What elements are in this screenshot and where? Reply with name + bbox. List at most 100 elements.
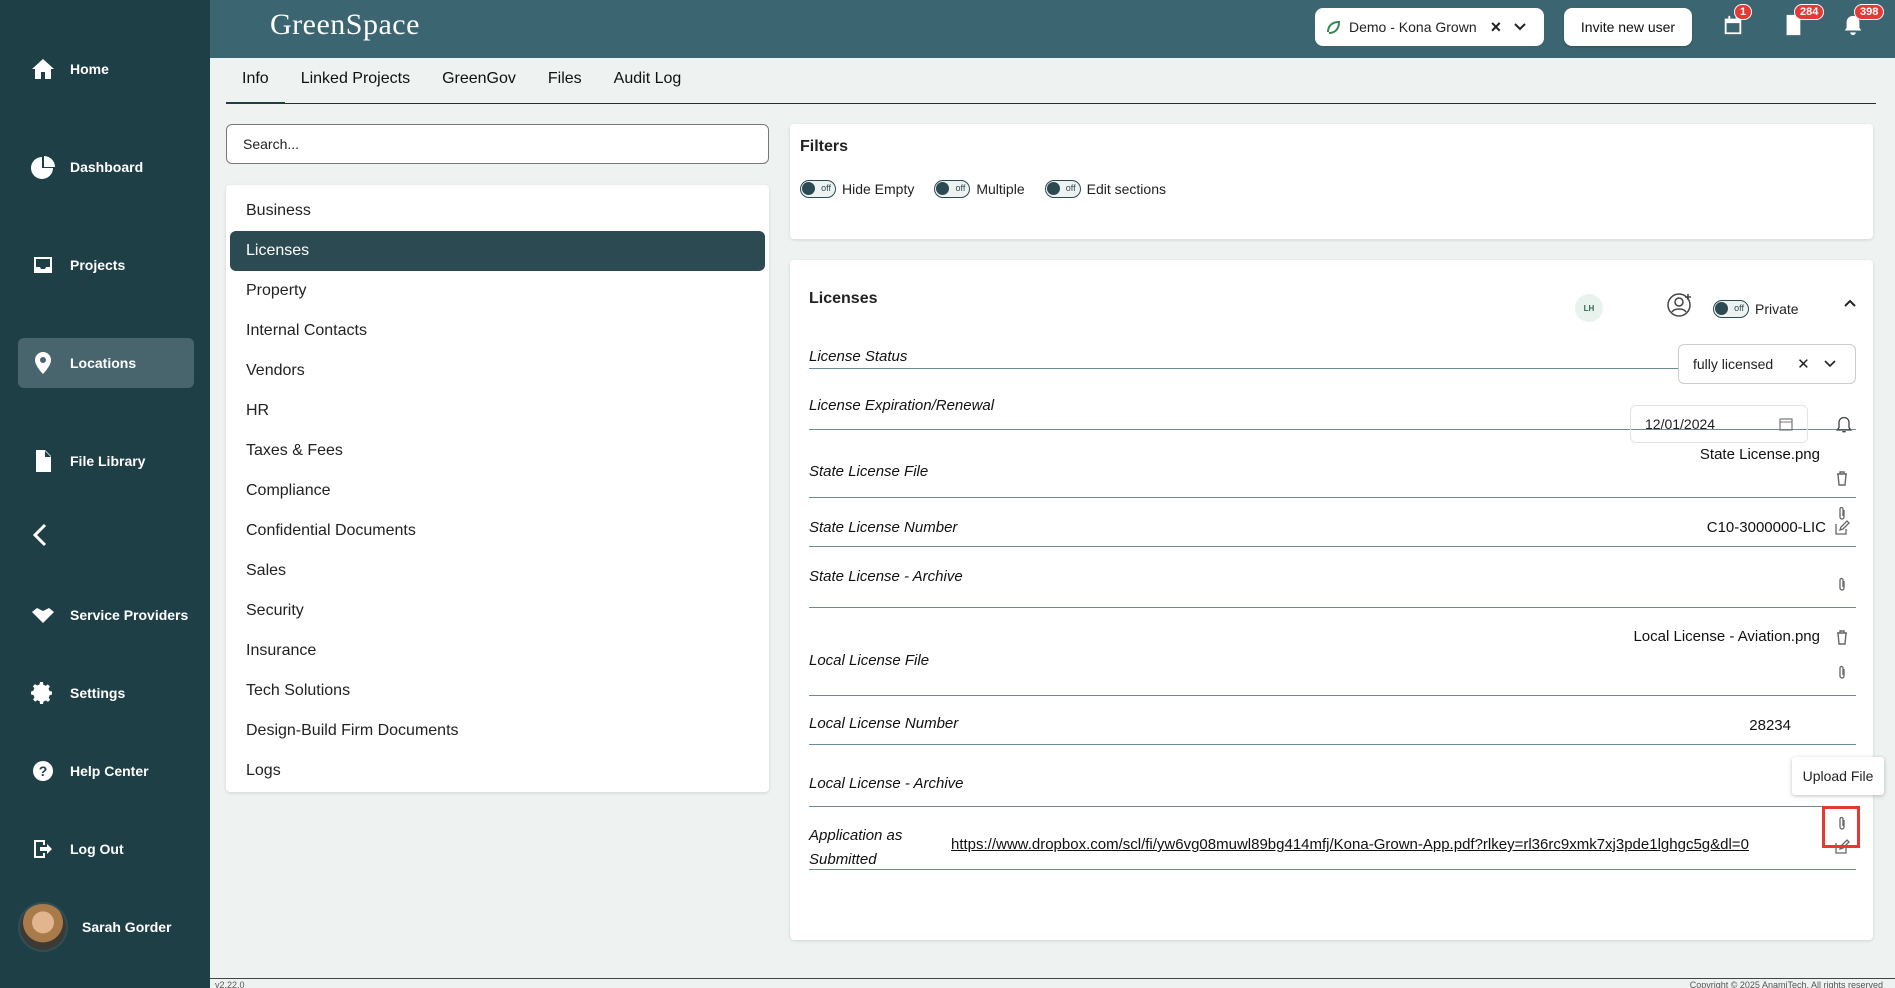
- sidebar-item-service-providers[interactable]: Service Providers: [18, 590, 194, 640]
- invite-user-button[interactable]: Invite new user: [1564, 8, 1692, 46]
- toggle-label: Multiple: [976, 181, 1025, 197]
- category-item-logs[interactable]: Logs: [230, 751, 765, 791]
- home-icon: [30, 56, 56, 82]
- tab-linked-projects[interactable]: Linked Projects: [285, 62, 426, 104]
- add-person-icon[interactable]: [1667, 292, 1693, 318]
- category-item-confidential-documents[interactable]: Confidential Documents: [230, 511, 765, 551]
- upload-file-tooltip: Upload File: [1792, 757, 1884, 795]
- trash-icon[interactable]: [1834, 629, 1850, 645]
- category-item-insurance[interactable]: Insurance: [230, 631, 765, 671]
- tenant-name: Demo - Kona Grown: [1349, 19, 1477, 35]
- private-label: Private: [1755, 301, 1799, 317]
- calendar-button[interactable]: 1: [1722, 4, 1753, 38]
- local-license-number-row: Local License Number 28234: [809, 697, 1856, 745]
- tab-greengov[interactable]: GreenGov: [426, 62, 532, 104]
- field-label: State License - Archive: [809, 568, 963, 585]
- field-label: Local License File: [809, 652, 930, 669]
- local-license-file-link[interactable]: Local License - Aviation.png: [1633, 628, 1820, 645]
- category-list: Business Licenses Property Internal Cont…: [226, 185, 769, 792]
- licenses-panel: Licenses LH off Private License Status f…: [790, 260, 1873, 940]
- calendar-icon[interactable]: [1779, 417, 1793, 431]
- gear-icon: [30, 680, 56, 706]
- copyright: Copyright © 2025 AnamiTech. All rights r…: [1689, 980, 1883, 988]
- sidebar-item-projects[interactable]: Projects: [18, 240, 194, 290]
- clear-tenant-icon[interactable]: ×: [1491, 17, 1502, 38]
- category-item-property[interactable]: Property: [230, 271, 765, 311]
- sidebar-item-settings[interactable]: Settings: [18, 668, 194, 718]
- multiple-toggle[interactable]: off Multiple: [934, 180, 1025, 198]
- category-item-licenses[interactable]: Licenses: [230, 231, 765, 271]
- toggle-switch[interactable]: off: [800, 180, 836, 198]
- sidebar-item-file-library[interactable]: File Library: [18, 436, 194, 486]
- sidebar-item-label: File Library: [70, 453, 146, 469]
- paperclip-icon[interactable]: [1834, 665, 1850, 681]
- upload-file-highlight: [1822, 806, 1860, 848]
- sidebar-item-label: Log Out: [70, 841, 124, 857]
- toggle-label: Hide Empty: [842, 181, 915, 197]
- field-label-line: Application as: [809, 827, 903, 844]
- application-link[interactable]: https://www.dropbox.com/scl/fi/yw6vg08mu…: [951, 836, 1749, 853]
- chevron-down-icon[interactable]: [1513, 20, 1527, 34]
- category-item-taxes-fees[interactable]: Taxes & Fees: [230, 431, 765, 471]
- category-item-tech-solutions[interactable]: Tech Solutions: [230, 671, 765, 711]
- collapse-sidebar-button[interactable]: [28, 522, 52, 552]
- toggle-switch[interactable]: off: [1044, 180, 1081, 198]
- sidebar-item-dashboard[interactable]: Dashboard: [18, 142, 194, 192]
- tab-audit-log[interactable]: Audit Log: [598, 62, 698, 104]
- user-profile[interactable]: Sarah Gorder: [18, 902, 171, 952]
- filters-panel: Filters off Hide Empty off Multiple off …: [790, 124, 1873, 239]
- chevron-up-icon[interactable]: [1843, 296, 1857, 310]
- footer-divider: [210, 978, 1895, 979]
- local-license-file-row: Local License File Local License - Aviat…: [809, 609, 1856, 696]
- hide-empty-toggle[interactable]: off Hide Empty: [800, 180, 914, 198]
- state-license-file-link[interactable]: State License.png: [1700, 446, 1820, 463]
- field-label: License Expiration/Renewal: [809, 397, 995, 414]
- date-value: 12/01/2024: [1645, 416, 1716, 432]
- sidebar-item-label: Dashboard: [70, 159, 144, 175]
- toggle-switch[interactable]: off: [1713, 300, 1749, 318]
- documents-button[interactable]: 284: [1782, 4, 1825, 38]
- sidebar-item-label: Help Center: [70, 763, 149, 779]
- help-icon: ?: [30, 758, 56, 784]
- notifications-button[interactable]: 398: [1842, 4, 1885, 38]
- tab-info[interactable]: Info: [226, 62, 285, 104]
- state-license-number-value: C10-3000000-LIC: [1706, 519, 1826, 536]
- inbox-icon: [30, 252, 56, 278]
- paperclip-icon[interactable]: [1834, 577, 1850, 593]
- state-license-archive-row: State License - Archive: [809, 548, 1856, 608]
- sidebar-item-help-center[interactable]: ? Help Center: [18, 746, 194, 796]
- sidebar-item-home[interactable]: Home: [18, 44, 194, 94]
- tab-files[interactable]: Files: [532, 62, 598, 104]
- field-label: License Status: [809, 348, 908, 365]
- chevron-down-icon[interactable]: [1824, 358, 1836, 370]
- category-item-vendors[interactable]: Vendors: [230, 351, 765, 391]
- category-item-hr[interactable]: HR: [230, 391, 765, 431]
- toggle-state: off: [1734, 303, 1744, 313]
- sidebar: Home Dashboard Projects Locations File L…: [0, 0, 210, 988]
- field-label-line: Submitted: [809, 851, 877, 868]
- trash-icon[interactable]: [1834, 470, 1850, 486]
- category-item-security[interactable]: Security: [230, 591, 765, 631]
- tenant-selector[interactable]: Demo - Kona Grown ×: [1315, 8, 1544, 46]
- top-bar: GreenSpace Demo - Kona Grown × Invite ne…: [210, 0, 1895, 58]
- category-item-compliance[interactable]: Compliance: [230, 471, 765, 511]
- state-license-file-row: State License File State License.png: [809, 431, 1856, 498]
- sidebar-item-log-out[interactable]: Log Out: [18, 824, 194, 874]
- sidebar-item-label: Home: [70, 61, 109, 77]
- category-item-business[interactable]: Business: [230, 191, 765, 231]
- category-item-sales[interactable]: Sales: [230, 551, 765, 591]
- chevron-left-icon: [32, 523, 47, 547]
- category-item-design-build[interactable]: Design-Build Firm Documents: [230, 711, 765, 751]
- search-input[interactable]: [226, 124, 769, 164]
- handshake-icon: [30, 602, 56, 628]
- user-initials-badge[interactable]: LH: [1575, 294, 1603, 322]
- private-toggle[interactable]: off Private: [1713, 300, 1799, 318]
- edit-sections-toggle[interactable]: off Edit sections: [1044, 180, 1166, 198]
- edit-icon[interactable]: [1834, 520, 1850, 536]
- sidebar-item-locations[interactable]: Locations: [18, 338, 194, 388]
- sidebar-item-label: Locations: [70, 355, 137, 371]
- toggle-switch[interactable]: off: [934, 180, 971, 198]
- category-item-internal-contacts[interactable]: Internal Contacts: [230, 311, 765, 351]
- map-pin-icon: [30, 350, 56, 376]
- toggle-state: off: [955, 183, 966, 193]
